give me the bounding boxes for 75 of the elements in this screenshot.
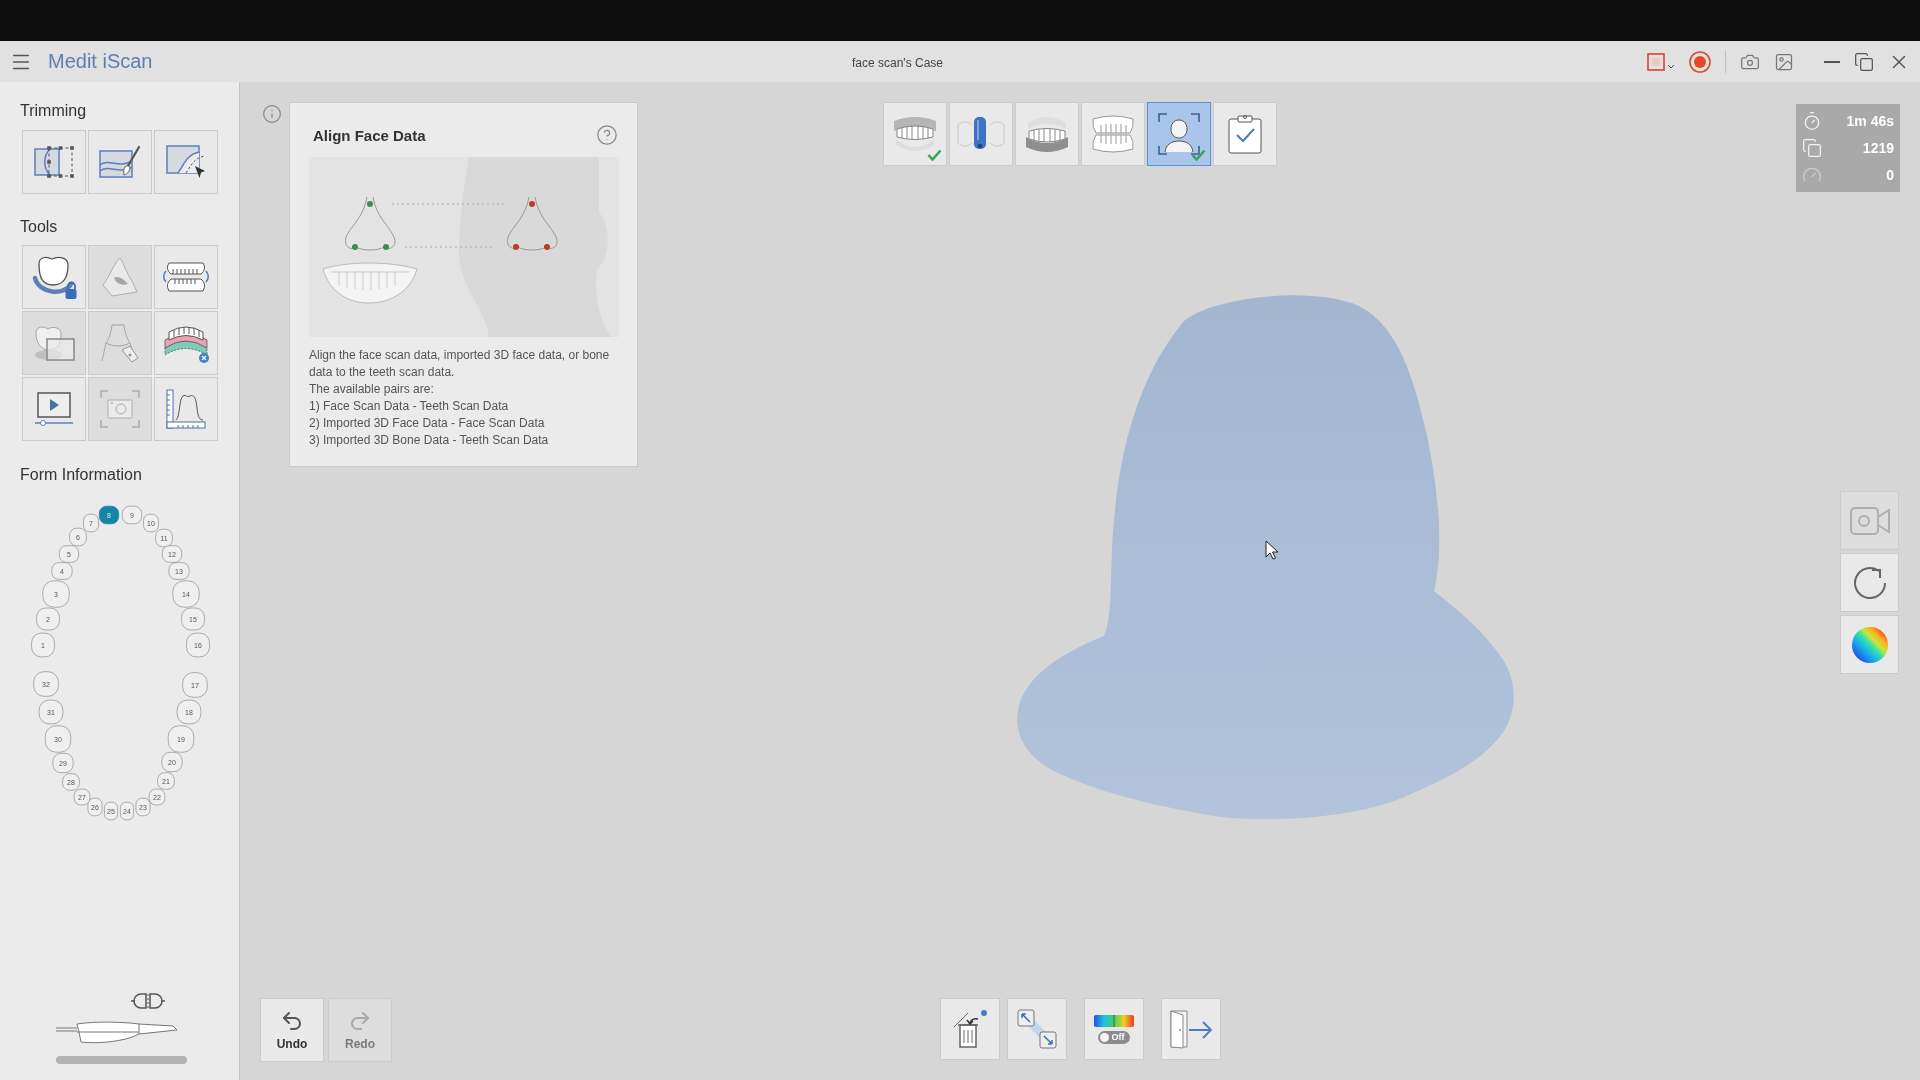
trim-tool-button[interactable] bbox=[154, 130, 218, 194]
stat-value: 1m 46s bbox=[1846, 113, 1894, 129]
tool-button[interactable] bbox=[154, 377, 218, 441]
camera-frame-icon bbox=[100, 390, 140, 428]
capture-area-icon bbox=[1647, 52, 1675, 71]
section-title: Form Information bbox=[20, 466, 142, 484]
pair-item: 3) Imported 3D Bone Data - Teeth Scan Data bbox=[309, 432, 549, 449]
info-icon[interactable] bbox=[262, 104, 282, 124]
pair-item: 2) Imported 3D Face Data - Face Scan Data bbox=[309, 415, 545, 432]
tool-button[interactable] bbox=[22, 245, 86, 309]
case-title: face scan's Case bbox=[852, 55, 943, 70]
trash-icon bbox=[951, 1009, 988, 1049]
record-button[interactable] bbox=[1689, 50, 1711, 73]
panel-title: Align Face Data bbox=[313, 126, 426, 144]
cursor-icon bbox=[1265, 540, 1279, 560]
pairs-intro: The available pairs are: bbox=[309, 381, 434, 398]
panel-description: Align the face scan data, imported 3D face data, or bone data to the teeth scan data. bbox=[309, 347, 611, 381]
cone-shape-icon bbox=[101, 257, 139, 297]
plug-icon bbox=[130, 992, 166, 1010]
step-button[interactable] bbox=[1081, 102, 1145, 166]
exit-door-icon bbox=[1168, 1009, 1213, 1049]
rotate-icon bbox=[1851, 564, 1888, 601]
restore-icon bbox=[1854, 51, 1874, 72]
step-button[interactable] bbox=[1147, 102, 1211, 166]
lower-teeth-icon bbox=[1024, 115, 1070, 153]
teeth-rotate-icon bbox=[162, 260, 210, 294]
gallery-button[interactable] bbox=[1774, 51, 1794, 72]
exit-button[interactable] bbox=[1160, 998, 1221, 1060]
resize-button[interactable] bbox=[1006, 998, 1067, 1060]
rotate-view-button[interactable] bbox=[1840, 553, 1899, 612]
capture-area-button[interactable] bbox=[1647, 52, 1675, 71]
undo-arrow-icon bbox=[280, 1009, 304, 1033]
lasso-select-icon bbox=[34, 146, 74, 178]
tool-button[interactable] bbox=[154, 245, 218, 309]
minimize-button[interactable] bbox=[1824, 60, 1840, 63]
tool-button[interactable] bbox=[22, 377, 86, 441]
section-title: Trimming bbox=[20, 102, 87, 120]
pair-item: 1) Face Scan Data - Teeth Scan Data bbox=[309, 398, 509, 415]
trim-tool-button[interactable] bbox=[22, 130, 86, 194]
stat-value: 1219 bbox=[1862, 140, 1894, 156]
video-play-icon bbox=[34, 392, 74, 426]
color-scale-icon bbox=[1093, 1014, 1134, 1027]
stopwatch-icon bbox=[1802, 111, 1822, 131]
tooth-frame-icon bbox=[33, 325, 75, 361]
step-button[interactable] bbox=[949, 102, 1013, 166]
tooth-pen-icon bbox=[100, 323, 140, 363]
ruler-profile-icon bbox=[166, 389, 206, 429]
help-icon[interactable] bbox=[596, 124, 618, 146]
tooth-lock-icon bbox=[31, 254, 77, 300]
section-title: Tools bbox=[20, 218, 58, 236]
upper-teeth-icon bbox=[892, 115, 938, 153]
minimize-icon bbox=[1824, 60, 1840, 63]
image-icon bbox=[1774, 51, 1794, 72]
step-button[interactable] bbox=[883, 102, 947, 166]
app-logo: Medit iScan bbox=[48, 50, 153, 73]
restore-button[interactable] bbox=[1854, 51, 1874, 72]
undo-button[interactable]: Undo bbox=[260, 998, 324, 1062]
stat-value: 0 bbox=[1886, 167, 1894, 183]
clipboard-check-icon bbox=[1228, 114, 1262, 154]
redo-arrow-icon bbox=[348, 1009, 372, 1033]
step-button[interactable] bbox=[1015, 102, 1079, 166]
step-button[interactable] bbox=[1213, 102, 1277, 166]
occlusion-teeth-icon bbox=[1090, 115, 1136, 153]
video-camera-icon bbox=[1849, 506, 1890, 535]
frames-stack-icon bbox=[1802, 138, 1822, 158]
brush-icon bbox=[99, 145, 141, 179]
resize-arrows-icon bbox=[1016, 1009, 1057, 1049]
record-icon bbox=[1689, 50, 1711, 73]
delete-button[interactable] bbox=[939, 998, 1000, 1060]
area-select-icon bbox=[166, 145, 206, 179]
color-map-button[interactable] bbox=[1840, 615, 1899, 674]
trim-tool-button[interactable] bbox=[88, 130, 152, 194]
person-frame-icon bbox=[1157, 112, 1201, 156]
tool-button[interactable] bbox=[154, 311, 218, 375]
color-sphere-icon bbox=[1851, 626, 1888, 663]
